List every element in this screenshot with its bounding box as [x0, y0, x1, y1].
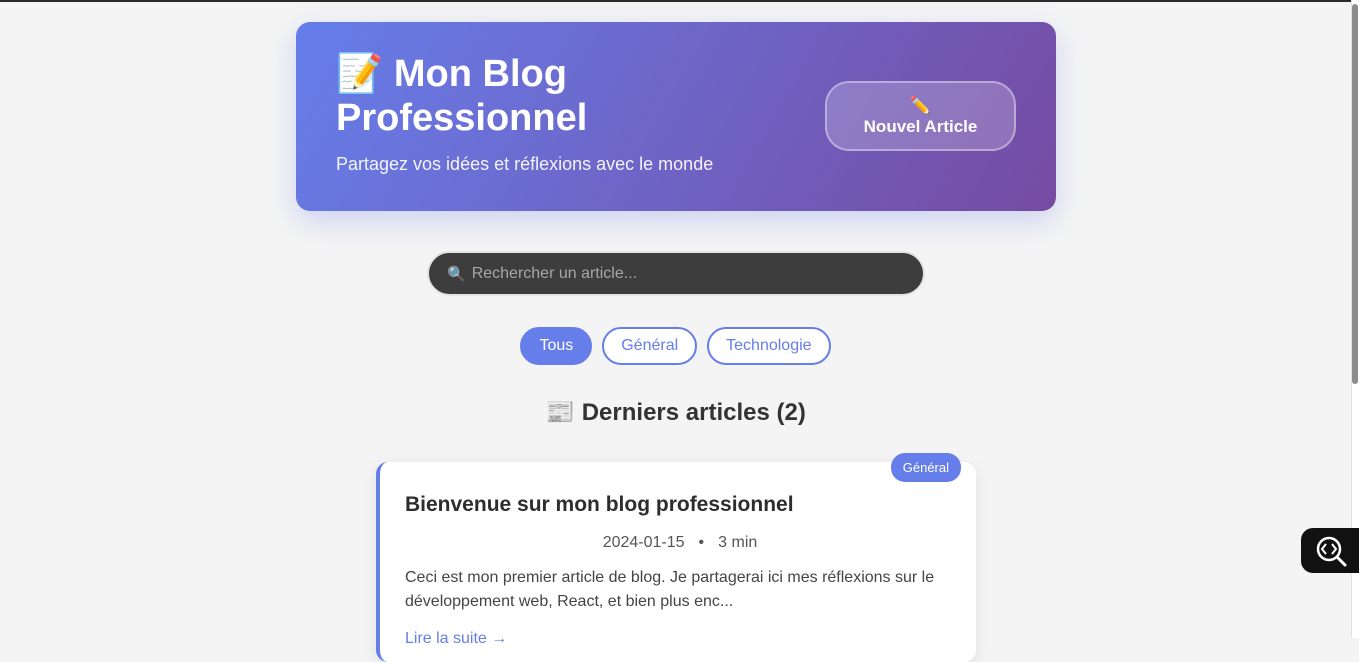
scrollbar-thumb[interactable]: [1352, 4, 1358, 384]
memo-icon: 📝: [336, 53, 384, 95]
code-search-icon: [1316, 536, 1347, 566]
article-card[interactable]: Général Bienvenue sur mon blog professio…: [376, 453, 976, 662]
window-top-border: [0, 0, 1359, 2]
article-meta: 2024-01-15 • 3 min: [380, 534, 980, 552]
read-more-link[interactable]: Lire la suite →: [405, 630, 507, 648]
article-excerpt: Ceci est mon premier article de blog. Je…: [405, 569, 935, 610]
blog-subtitle: Partagez vos idées et réflexions avec le…: [336, 154, 714, 174]
article-date: 2024-01-15: [602, 534, 685, 551]
section-title-text: Derniers articles (2): [581, 399, 806, 426]
category-filters: Tous Général Technologie: [0, 327, 1351, 365]
search-bar[interactable]: 🔍: [427, 251, 925, 296]
section-title: 📰 Derniers articles (2): [0, 398, 1351, 427]
pencil-icon: ✏️: [909, 96, 932, 115]
filter-general[interactable]: Général: [602, 327, 698, 365]
article-title[interactable]: Bienvenue sur mon blog professionnel: [405, 493, 794, 517]
new-article-button[interactable]: ✏️ Nouvel Article: [825, 81, 1016, 151]
inspect-code-button[interactable]: [1301, 528, 1359, 573]
blog-header: 📝 Mon Blog Professionnel Partagez vos id…: [296, 22, 1056, 211]
category-badge: Général: [890, 453, 961, 482]
meta-separator: •: [698, 534, 705, 551]
newspaper-icon: 📰: [545, 399, 576, 426]
filter-tous[interactable]: Tous: [520, 327, 593, 365]
search-input[interactable]: [471, 264, 923, 283]
new-article-label: Nouvel Article: [863, 117, 978, 136]
search-icon: 🔍: [447, 265, 466, 283]
filter-technologie[interactable]: Technologie: [707, 327, 831, 365]
blog-title: 📝 Mon Blog Professionnel: [336, 52, 736, 140]
article-read-time: 3 min: [718, 534, 758, 551]
